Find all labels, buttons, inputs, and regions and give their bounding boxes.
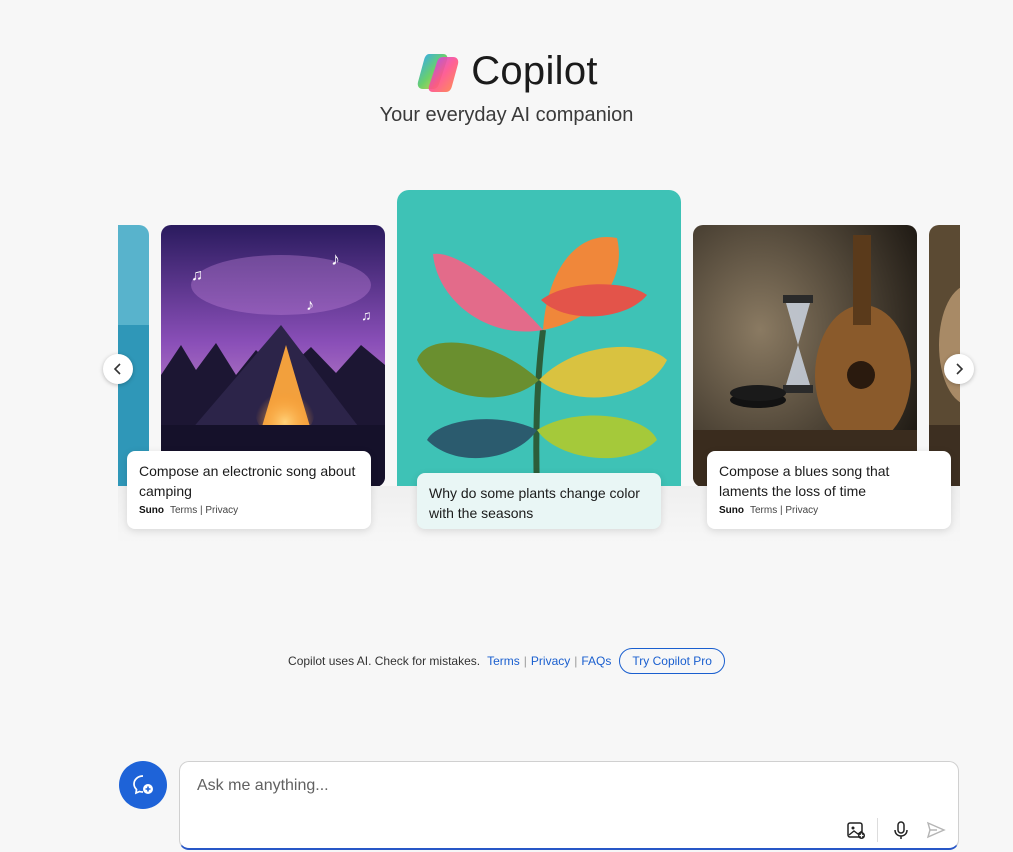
camping-tent-image: ♪ ♫ ♪ ♫ — [161, 225, 385, 487]
chat-composer — [179, 761, 959, 850]
svg-text:♪: ♪ — [306, 297, 314, 314]
chat-input[interactable] — [195, 776, 939, 796]
image-upload-icon — [847, 822, 865, 839]
brand-label: Suno — [139, 505, 164, 516]
carousel-card-camping-song[interactable]: ♪ ♫ ♪ ♫ — [161, 225, 385, 487]
send-button[interactable] — [924, 818, 948, 842]
app-title: Copilot — [471, 48, 598, 93]
header: Copilot Your everyday AI companion — [0, 48, 1013, 127]
copilot-logo-icon — [417, 54, 459, 92]
prompt-carousel: ♪ ♫ ♪ ♫ Compose an electronic song about… — [118, 188, 960, 548]
caption-camping-song[interactable]: Compose an electronic song about camping… — [127, 451, 371, 529]
prompt-text: Compose an electronic song about camping — [139, 463, 356, 499]
privacy-link[interactable]: Privacy — [531, 654, 570, 668]
svg-text:♪: ♪ — [331, 249, 340, 269]
carousel-prev-button[interactable] — [103, 354, 133, 384]
guitar-hourglass-image — [693, 225, 917, 487]
brand: Copilot — [0, 48, 1013, 94]
terms-link[interactable]: Terms — [487, 654, 520, 668]
brand-label: Suno — [719, 505, 744, 516]
svg-text:♫: ♫ — [191, 267, 203, 284]
card-attribution: Suno Terms | Privacy — [139, 505, 239, 516]
plant-leaves-image — [397, 190, 681, 520]
toolbar-divider — [877, 818, 878, 842]
tagline: Your everyday AI companion — [379, 104, 634, 126]
try-copilot-pro-button[interactable]: Try Copilot Pro — [619, 648, 725, 674]
privacy-link[interactable]: Privacy — [785, 505, 818, 516]
disclaimer-bar: Copilot uses AI. Check for mistakes. Ter… — [0, 648, 1013, 674]
divider: | — [523, 654, 527, 668]
carousel-next-button[interactable] — [944, 354, 974, 384]
microphone-icon — [894, 821, 908, 839]
caption-plants-color[interactable]: Why do some plants change color with the… — [417, 473, 661, 529]
disclaimer-text: Copilot uses AI. Check for mistakes. — [288, 654, 481, 668]
prompt-text: Compose a blues song that laments the lo… — [719, 463, 890, 499]
carousel-card-blues-song[interactable] — [693, 225, 917, 487]
faqs-link[interactable]: FAQs — [581, 654, 611, 668]
prompt-text: Why do some plants change color with the… — [429, 485, 640, 521]
svg-text:♫: ♫ — [361, 307, 372, 323]
carousel-card-plants-color[interactable] — [397, 190, 681, 520]
microphone-button[interactable] — [889, 818, 913, 842]
image-upload-button[interactable] — [844, 818, 868, 842]
caption-blues-song[interactable]: Compose a blues song that laments the lo… — [707, 451, 951, 529]
terms-link[interactable]: Terms — [170, 505, 197, 516]
new-chat-button[interactable] — [119, 761, 167, 809]
new-chat-icon — [133, 775, 153, 795]
send-icon — [926, 821, 946, 839]
card-attribution: Suno Terms | Privacy — [719, 505, 819, 516]
chevron-right-icon — [956, 363, 964, 375]
privacy-link[interactable]: Privacy — [205, 505, 238, 516]
divider: | — [574, 654, 578, 668]
chevron-left-icon — [113, 363, 121, 375]
terms-link[interactable]: Terms — [750, 505, 777, 516]
